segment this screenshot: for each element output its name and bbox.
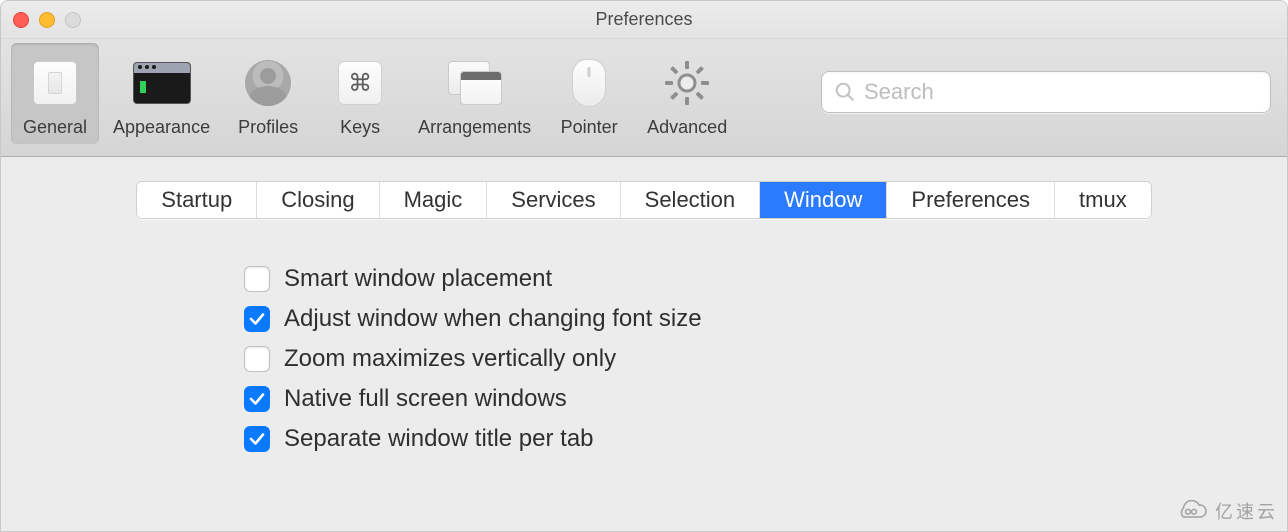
checkbox[interactable] [244, 346, 270, 372]
cloud-icon [1173, 500, 1209, 522]
arrangements-icon [445, 55, 505, 111]
toolbar-label: Profiles [238, 117, 298, 138]
toolbar-items: General Appearance Profiles ⌘ Keys Arran… [11, 43, 741, 144]
appearance-icon [132, 55, 192, 111]
option-separate-title[interactable]: Separate window title per tab [244, 425, 1044, 453]
option-zoom-vertical[interactable]: Zoom maximizes vertically only [244, 345, 1044, 373]
checkbox[interactable] [244, 266, 270, 292]
toolbar-label: Advanced [647, 117, 727, 138]
subtabs: Startup Closing Magic Services Selection… [136, 181, 1151, 219]
checkbox[interactable] [244, 306, 270, 332]
toolbar-label: Pointer [561, 117, 618, 138]
keys-icon: ⌘ [330, 55, 390, 111]
gear-icon [657, 55, 717, 111]
tab-closing[interactable]: Closing [257, 182, 379, 218]
tab-label: Closing [281, 187, 354, 213]
tab-label: tmux [1079, 187, 1127, 213]
toolbar: General Appearance Profiles ⌘ Keys Arran… [1, 39, 1287, 157]
option-smart-placement[interactable]: Smart window placement [244, 265, 1044, 293]
search-wrap [821, 71, 1271, 113]
tab-label: Startup [161, 187, 232, 213]
checkbox[interactable] [244, 426, 270, 452]
toolbar-item-general[interactable]: General [11, 43, 99, 144]
toolbar-item-keys[interactable]: ⌘ Keys [316, 43, 404, 144]
watermark: 亿速云 [1173, 498, 1278, 524]
tab-label: Selection [645, 187, 736, 213]
tab-label: Window [784, 187, 862, 213]
preferences-window: Preferences General Appearance Profiles … [0, 0, 1288, 532]
options: Smart window placement Adjust window whe… [244, 265, 1044, 465]
option-adjust-font[interactable]: Adjust window when changing font size [244, 305, 1044, 333]
minimize-icon[interactable] [39, 12, 55, 28]
option-label: Native full screen windows [284, 385, 567, 413]
zoom-icon[interactable] [65, 12, 81, 28]
window-title: Preferences [1, 9, 1287, 30]
traffic-lights [13, 12, 81, 28]
watermark-text: 亿速云 [1215, 498, 1278, 524]
tab-window[interactable]: Window [760, 182, 887, 218]
tab-services[interactable]: Services [487, 182, 620, 218]
profiles-icon [238, 55, 298, 111]
option-native-fullscreen[interactable]: Native full screen windows [244, 385, 1044, 413]
option-label: Smart window placement [284, 265, 552, 293]
tab-magic[interactable]: Magic [380, 182, 488, 218]
titlebar: Preferences [1, 1, 1287, 39]
tab-startup[interactable]: Startup [137, 182, 257, 218]
tab-tmux[interactable]: tmux [1055, 182, 1151, 218]
content: Startup Closing Magic Services Selection… [1, 157, 1287, 531]
toolbar-label: Keys [340, 117, 380, 138]
toolbar-item-profiles[interactable]: Profiles [224, 43, 312, 144]
toolbar-item-arrangements[interactable]: Arrangements [408, 43, 541, 144]
toolbar-item-pointer[interactable]: Pointer [545, 43, 633, 144]
tab-selection[interactable]: Selection [621, 182, 761, 218]
search-icon [834, 81, 856, 103]
option-label: Separate window title per tab [284, 425, 594, 453]
toolbar-item-advanced[interactable]: Advanced [637, 43, 737, 144]
toolbar-item-appearance[interactable]: Appearance [103, 43, 220, 144]
option-label: Adjust window when changing font size [284, 305, 702, 333]
option-label: Zoom maximizes vertically only [284, 345, 616, 373]
close-icon[interactable] [13, 12, 29, 28]
general-icon [25, 55, 85, 111]
tab-preferences[interactable]: Preferences [887, 182, 1055, 218]
tab-label: Preferences [911, 187, 1030, 213]
tab-label: Services [511, 187, 595, 213]
pointer-icon [559, 55, 619, 111]
toolbar-label: General [23, 117, 87, 138]
toolbar-label: Appearance [113, 117, 210, 138]
checkbox[interactable] [244, 386, 270, 412]
toolbar-label: Arrangements [418, 117, 531, 138]
search-input[interactable] [864, 79, 1258, 105]
search-field[interactable] [821, 71, 1271, 113]
tab-label: Magic [404, 187, 463, 213]
